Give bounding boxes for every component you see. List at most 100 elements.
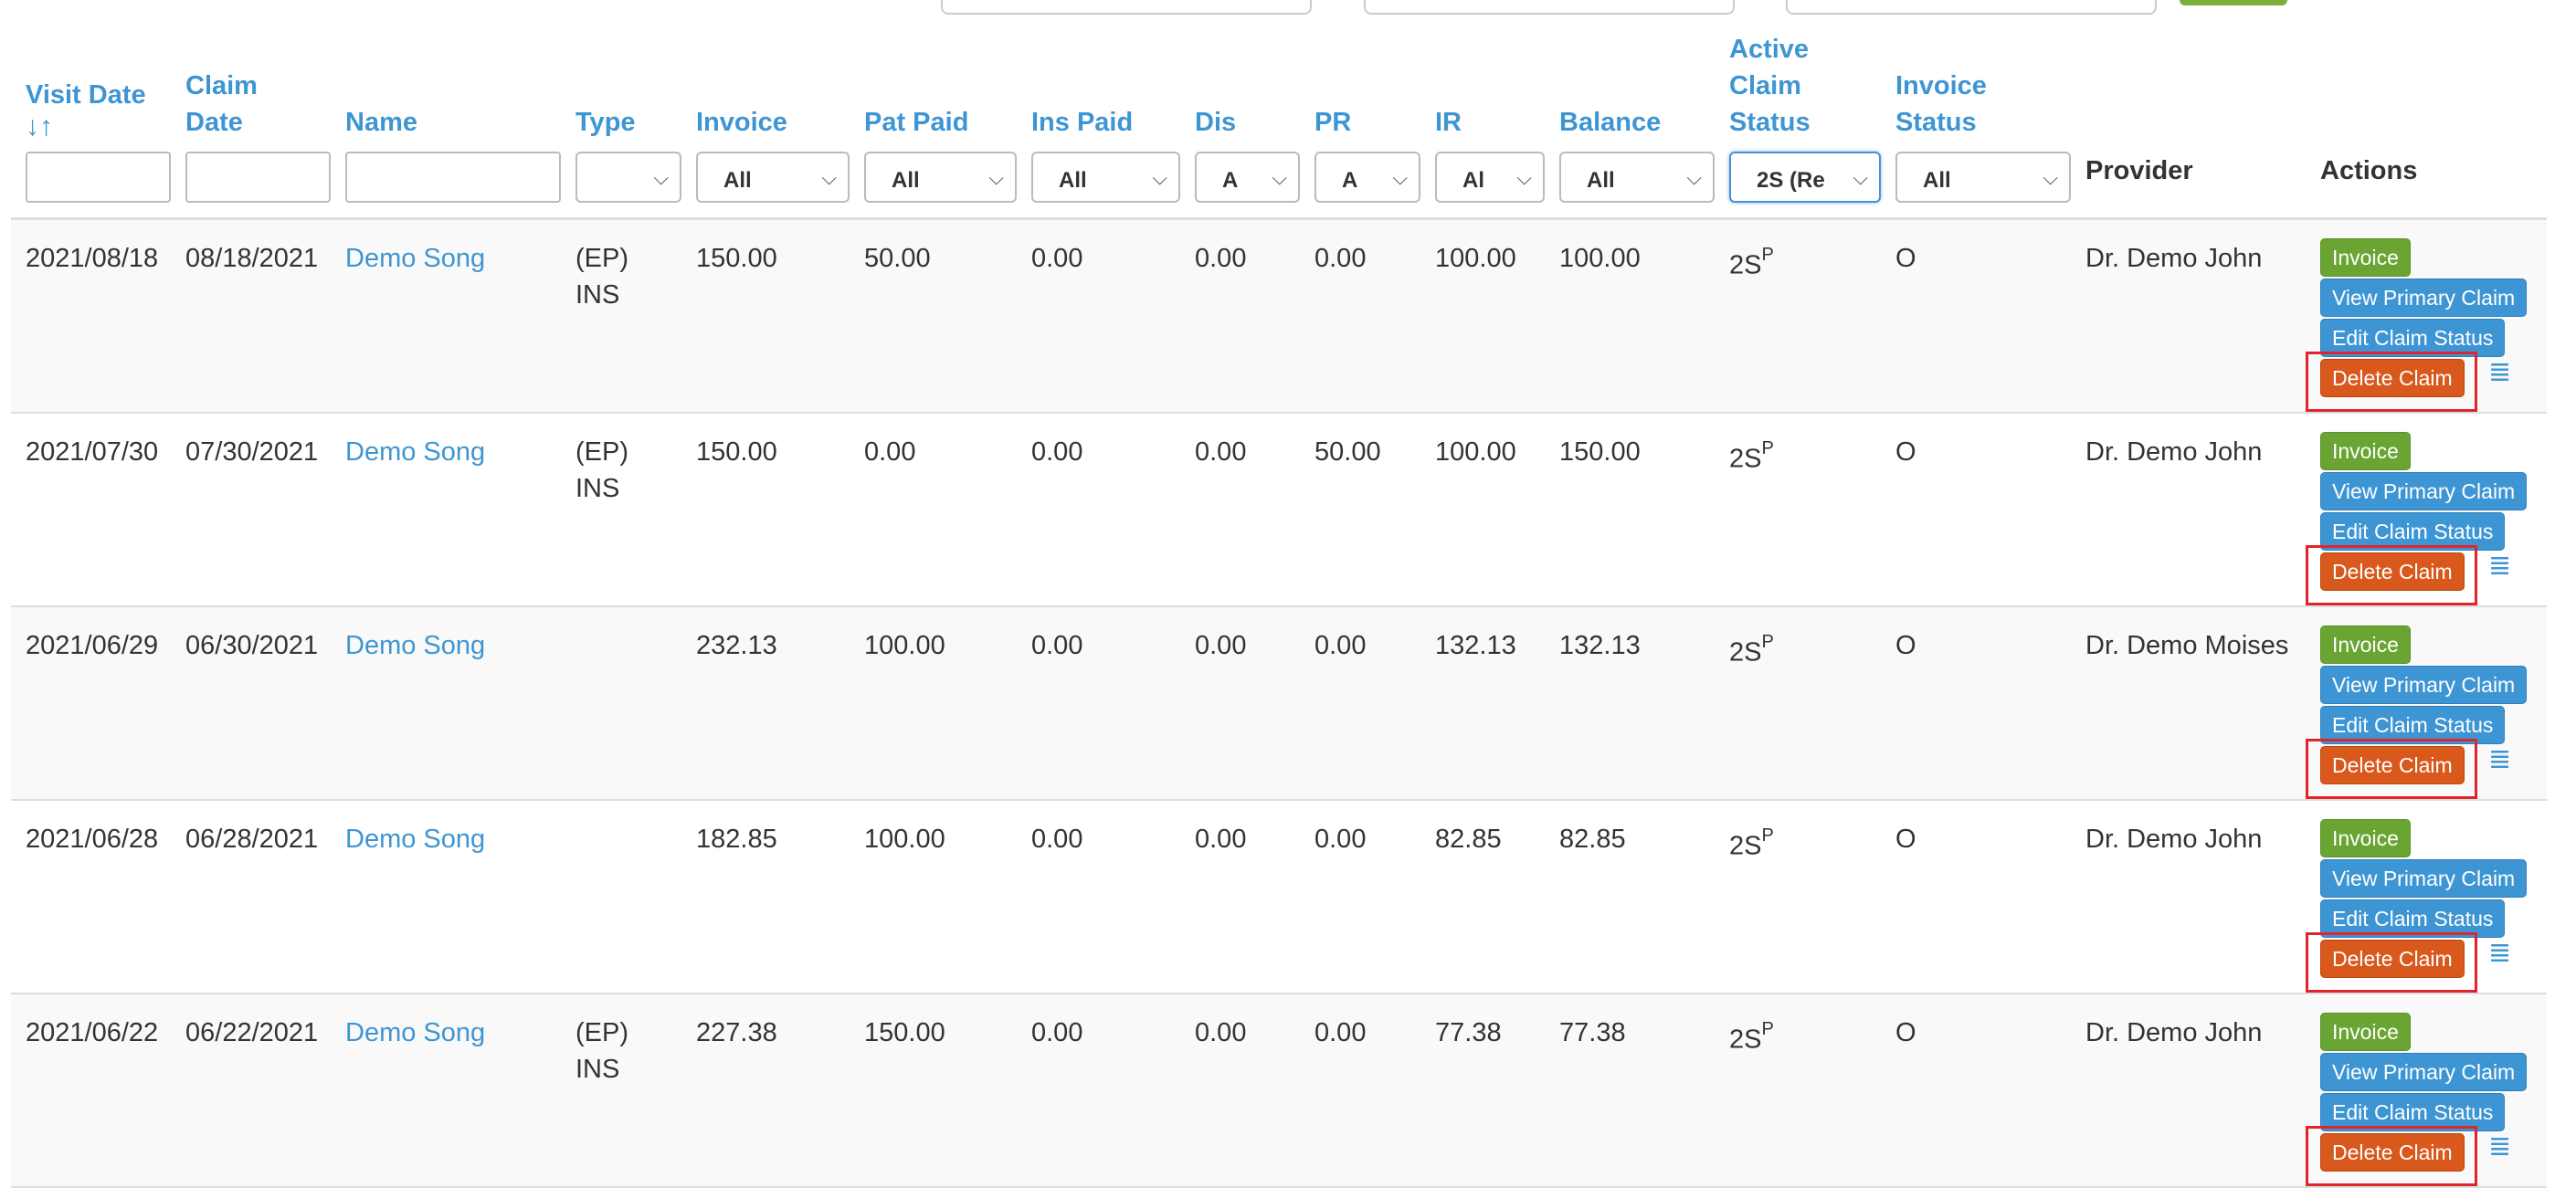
sort-invoice-status[interactable]: Invoice Status <box>1881 68 2071 152</box>
view-primary-claim-button[interactable]: View Primary Claim <box>2320 666 2528 704</box>
invoice-filter-select[interactable]: All ⌵ <box>696 152 850 203</box>
balance-cell: 82.85 <box>1545 800 1715 994</box>
claims-table: Visit Date ↓↑ Claim Date Name Type ⌵ Invoi… <box>11 20 2547 1188</box>
table-row: 2021/08/18 08/18/2021 Demo Song (EP) INS … <box>11 218 2547 414</box>
pr-cell: 0.00 <box>1300 218 1420 414</box>
view-primary-claim-button[interactable]: View Primary Claim <box>2320 472 2528 510</box>
ir-filter-select[interactable]: Al ⌵ <box>1435 152 1545 203</box>
provider-cell: Dr. Demo John <box>2071 800 2306 994</box>
ins-paid-cell: 0.00 <box>1017 994 1180 1188</box>
pr-filter-select[interactable]: A ⌵ <box>1314 152 1420 203</box>
chevron-down-icon: ⌵ <box>2043 166 2058 189</box>
highlight-box <box>2306 739 2477 799</box>
status-code: 2S <box>1729 444 1762 474</box>
active-claim-status-filter-select[interactable]: 2S (Re ⌵ <box>1729 152 1881 203</box>
menu-icon[interactable]: ≣ <box>2488 746 2511 773</box>
menu-icon[interactable]: ≣ <box>2488 552 2511 580</box>
claim-date-cell: 06/28/2021 <box>171 800 331 994</box>
visit-date-filter-input[interactable] <box>26 152 171 203</box>
provider-cell: Dr. Demo John <box>2071 413 2306 607</box>
ir-cell: 100.00 <box>1420 218 1545 414</box>
invoice-button[interactable]: Invoice <box>2320 626 2411 664</box>
invoice-button[interactable]: Invoice <box>2320 238 2411 277</box>
name-filter-input[interactable] <box>345 152 561 203</box>
type-line-1: (EP) <box>575 437 628 467</box>
visit-date-cell: 2021/06/22 <box>11 994 171 1188</box>
dis-cell: 0.00 <box>1180 800 1300 994</box>
sort-claim-date[interactable]: Claim Date <box>171 68 331 152</box>
top-filter-input-1[interactable] <box>941 0 1312 15</box>
pat-paid-cell: 150.00 <box>850 994 1017 1188</box>
highlight-box <box>2306 1126 2477 1186</box>
chevron-down-icon: ⌵ <box>1152 166 1167 189</box>
sort-name[interactable]: Name <box>331 104 561 152</box>
sort-active-claim-status[interactable]: Active Claim Status <box>1715 31 1881 152</box>
pr-cell: 0.00 <box>1300 606 1420 801</box>
claim-date-cell: 06/22/2021 <box>171 994 331 1188</box>
view-primary-claim-button[interactable]: View Primary Claim <box>2320 279 2528 317</box>
ins-paid-filter-select[interactable]: All ⌵ <box>1031 152 1180 203</box>
type-line-2: INS <box>575 474 620 503</box>
type-cell: (EP) INS <box>561 994 681 1188</box>
sort-pat-paid[interactable]: Pat Paid <box>850 104 1017 152</box>
menu-icon[interactable]: ≣ <box>2488 1133 2511 1161</box>
name-cell: Demo Song <box>331 606 561 801</box>
invoice-cell: 182.85 <box>681 800 850 994</box>
view-primary-claim-button[interactable]: View Primary Claim <box>2320 1053 2528 1091</box>
invoice-button[interactable]: Invoice <box>2320 1013 2411 1051</box>
invoice-cell: 232.13 <box>681 606 850 801</box>
sort-balance[interactable]: Balance <box>1545 104 1715 152</box>
chevron-down-icon: ⌵ <box>1686 166 1702 189</box>
col-active-claim-status: Active Claim Status 2S (Re ⌵ <box>1715 20 1881 220</box>
col-type: Type ⌵ <box>561 20 681 220</box>
patient-name-link[interactable]: Demo Song <box>345 825 485 854</box>
col-claim-date: Claim Date <box>171 20 331 220</box>
sort-ir[interactable]: IR <box>1420 104 1545 152</box>
col-pr: PR A ⌵ <box>1300 20 1420 220</box>
type-cell: (EP) INS <box>561 413 681 607</box>
name-cell: Demo Song <box>331 413 561 607</box>
view-primary-claim-button[interactable]: View Primary Claim <box>2320 859 2528 898</box>
menu-icon[interactable]: ≣ <box>2488 940 2511 967</box>
pat-paid-cell: 0.00 <box>850 413 1017 607</box>
top-search-button[interactable] <box>2180 0 2287 5</box>
col-actions: Actions <box>2306 20 2547 220</box>
patient-name-link[interactable]: Demo Song <box>345 1018 485 1047</box>
invoice-status-filter-select[interactable]: All ⌵ <box>1895 152 2071 203</box>
invoice-cell: 227.38 <box>681 994 850 1188</box>
patient-name-link[interactable]: Demo Song <box>345 244 485 273</box>
actions-header: Actions <box>2320 156 2418 185</box>
pat-paid-filter-select[interactable]: All ⌵ <box>864 152 1017 203</box>
actions-cell: Invoice View Primary Claim Edit Claim St… <box>2306 413 2547 607</box>
pat-paid-cell: 100.00 <box>850 606 1017 801</box>
claim-date-cell: 06/30/2021 <box>171 606 331 801</box>
invoice-button[interactable]: Invoice <box>2320 819 2411 857</box>
balance-filter-select[interactable]: All ⌵ <box>1559 152 1715 203</box>
col-ir: IR Al ⌵ <box>1420 20 1545 220</box>
active-claim-status-cell: 2SP <box>1715 413 1881 607</box>
top-filter-input-3[interactable] <box>1786 0 2157 15</box>
actions-cell: Invoice View Primary Claim Edit Claim St… <box>2306 994 2547 1188</box>
invoice-button[interactable]: Invoice <box>2320 432 2411 470</box>
col-visit-date: Visit Date ↓↑ <box>11 20 171 220</box>
chevron-down-icon: ⌵ <box>821 166 837 189</box>
patient-name-link[interactable]: Demo Song <box>345 437 485 467</box>
sort-ins-paid[interactable]: Ins Paid <box>1017 104 1180 152</box>
sort-dis[interactable]: Dis <box>1180 104 1300 152</box>
col-balance: Balance All ⌵ <box>1545 20 1715 220</box>
type-filter-select[interactable]: ⌵ <box>575 152 681 203</box>
menu-icon[interactable]: ≣ <box>2488 359 2511 386</box>
sort-pr[interactable]: PR <box>1300 104 1420 152</box>
invoice-status-cell: O <box>1881 800 2071 994</box>
sort-visit-date[interactable]: Visit Date ↓↑ <box>11 77 171 152</box>
claim-date-filter-input[interactable] <box>185 152 331 203</box>
dis-filter-select[interactable]: A ⌵ <box>1195 152 1300 203</box>
patient-name-link[interactable]: Demo Song <box>345 631 485 660</box>
top-filter-input-2[interactable] <box>1364 0 1735 15</box>
sort-icon[interactable]: ↓↑ <box>26 113 171 141</box>
sort-invoice[interactable]: Invoice <box>681 104 850 152</box>
status-superscript: P <box>1761 632 1774 652</box>
pat-paid-cell: 50.00 <box>850 218 1017 414</box>
ins-paid-cell: 0.00 <box>1017 218 1180 414</box>
sort-type[interactable]: Type <box>561 104 681 152</box>
